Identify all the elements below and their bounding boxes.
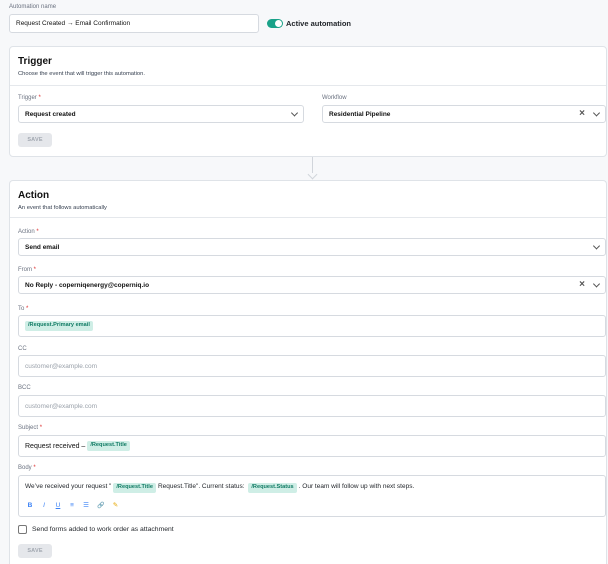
to-variable-chip[interactable]: /Request.Primary email [25,321,93,331]
attach-forms-label: Send forms added to work order as attach… [32,526,174,533]
clear-icon[interactable]: × [579,280,585,290]
underline-icon[interactable]: U [55,502,61,509]
ordered-list-icon[interactable]: ≡ [69,502,75,509]
workflow-select-value: Residential Pipeline [329,110,391,118]
trigger-title: Trigger [18,56,52,67]
body-toolbar: B I U ≡ ☰ 🔗 ✎ [27,501,119,510]
active-automation-label: Active automation [286,19,352,28]
subject-variable-chip[interactable]: /Request.Title [87,441,130,451]
chevron-down-icon[interactable] [290,109,299,117]
cc-field-label: CC [18,346,27,352]
active-automation-toggle[interactable] [267,19,283,28]
bcc-field-label: BCC [18,385,31,391]
action-select-value: Send email [25,243,60,251]
trigger-field-label: Trigger * [18,95,41,101]
attach-forms-checkbox[interactable] [18,525,27,534]
body-status-chip[interactable]: /Request.Status [248,483,297,493]
body-title-chip[interactable]: /Request.Title [113,483,156,493]
action-card-header [10,181,606,218]
connector-arrow-icon [307,169,318,180]
workflow-select[interactable]: Residential Pipeline × [322,105,606,123]
cc-input[interactable]: customer@example.com [18,355,606,377]
body-editor[interactable]: We’ve received your request "/Request.Ti… [18,475,606,517]
automation-name-input[interactable]: Request Created → Email Confirmation [9,14,259,33]
clear-icon[interactable]: × [579,109,585,119]
subject-input[interactable]: Request received – /Request.Title [18,435,606,457]
chevron-down-icon[interactable] [592,109,601,117]
trigger-card-header [10,47,606,86]
action-field-label: Action * [18,229,39,235]
clear-format-icon[interactable]: ✎ [112,501,118,509]
automation-name-label: Automation name [9,4,57,10]
trigger-card: Trigger Choose the event that will trigg… [9,46,607,157]
bold-icon[interactable]: B [27,502,33,509]
subject-text: Request received – [25,442,86,450]
from-select-value: No Reply - coperniqenergy@coperniq.io [25,281,150,289]
link-icon[interactable]: 🔗 [97,502,104,509]
italic-icon[interactable]: I [41,502,47,509]
trigger-subtitle: Choose the event that will trigger this … [18,71,145,77]
from-select[interactable]: No Reply - coperniqenergy@coperniq.io × [18,276,606,294]
chevron-down-icon[interactable] [592,280,601,288]
bcc-input[interactable]: customer@example.com [18,395,606,417]
body-field-label: Body * [18,465,36,471]
trigger-select-value: Request created [25,110,76,118]
toggle-knob [275,20,282,27]
workflow-field-label: Workflow [322,95,347,101]
trigger-save-button[interactable]: SAVE [18,133,52,147]
to-input[interactable]: /Request.Primary email [18,315,606,337]
action-subtitle: An event that follows automatically [18,205,107,211]
action-card: Action An event that follows automatical… [9,180,607,564]
to-field-label: To * [18,306,29,312]
trigger-select[interactable]: Request created [18,105,304,123]
action-title: Action [18,190,50,201]
action-save-button[interactable]: SAVE [18,544,52,558]
bullet-list-icon[interactable]: ☰ [83,501,89,509]
subject-field-label: Subject * [18,425,43,431]
body-text[interactable]: We’ve received your request "/Request.Ti… [25,483,414,493]
from-field-label: From * [18,267,37,273]
chevron-down-icon[interactable] [592,242,601,250]
action-select[interactable]: Send email [18,238,606,256]
